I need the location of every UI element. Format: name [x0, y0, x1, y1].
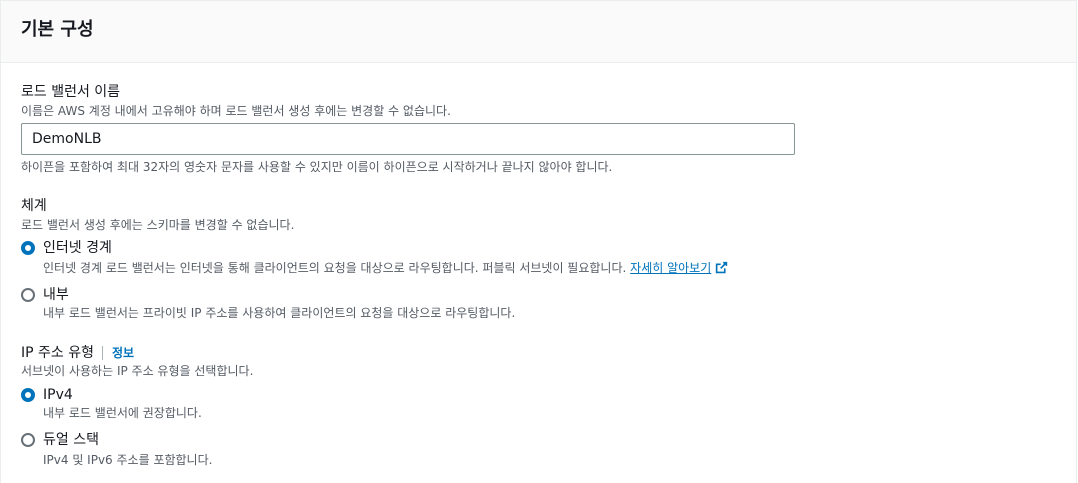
radio-label-internet-facing: 인터넷 경계	[43, 240, 112, 256]
ip-type-label: IP 주소 유형 정보	[21, 344, 134, 362]
ip-type-info-link[interactable]: 정보	[102, 346, 134, 360]
ipv4-description: 내부 로드 밸런서에 권장합니다.	[43, 406, 202, 420]
radio-label-ipv4: IPv4	[43, 387, 73, 403]
ip-type-label-text: IP 주소 유형	[21, 345, 94, 361]
name-field-label: 로드 밸런서 이름	[21, 84, 121, 100]
ip-type-description: 서브넷이 사용하는 IP 주소 유형을 선택합니다.	[21, 364, 254, 378]
external-link-icon[interactable]	[715, 261, 728, 274]
panel-title: 기본 구성	[21, 19, 94, 40]
ip-type-option-ipv4[interactable]: IPv4	[21, 386, 73, 404]
radio-label-dualstack: 듀얼 스택	[43, 432, 99, 448]
ip-type-option-dualstack[interactable]: 듀얼 스택	[21, 431, 99, 449]
scheme-label: 체계	[21, 198, 47, 214]
panel-header: 기본 구성	[1, 1, 1076, 63]
radio-ipv4[interactable]	[21, 388, 35, 402]
name-field-constraint: 하이픈을 포함하여 최대 32자의 영숫자 문자를 사용할 수 있지만 이름이 …	[21, 160, 613, 174]
load-balancer-name-input[interactable]	[21, 123, 795, 155]
basic-configuration-panel: 기본 구성 로드 밸런서 이름 이름은 AWS 계정 내에서 고유해야 하며 로…	[0, 0, 1077, 483]
scheme-option-internet-facing[interactable]: 인터넷 경계	[21, 239, 112, 257]
internet-facing-description-text: 인터넷 경계 로드 밸런서는 인터넷을 통해 클라이언트의 요청을 대상으로 라…	[43, 261, 627, 275]
dualstack-description: IPv4 및 IPv6 주소를 포함합니다.	[43, 453, 213, 467]
internal-description: 내부 로드 밸런서는 프라이빗 IP 주소를 사용하여 클라이언트의 요청을 대…	[43, 306, 516, 320]
scheme-option-internal[interactable]: 내부	[21, 286, 69, 304]
radio-internet-facing[interactable]	[21, 241, 35, 255]
radio-dualstack[interactable]	[21, 433, 35, 447]
scheme-description: 로드 밸런서 생성 후에는 스키마를 변경할 수 없습니다.	[21, 218, 295, 232]
name-field-description: 이름은 AWS 계정 내에서 고유해야 하며 로드 밸런서 생성 후에는 변경할…	[21, 104, 451, 118]
internet-facing-description: 인터넷 경계 로드 밸런서는 인터넷을 통해 클라이언트의 요청을 대상으로 라…	[43, 260, 728, 276]
learn-more-link[interactable]: 자세히 알아보기	[630, 261, 711, 275]
radio-internal[interactable]	[21, 288, 35, 302]
radio-label-internal: 내부	[43, 287, 69, 303]
